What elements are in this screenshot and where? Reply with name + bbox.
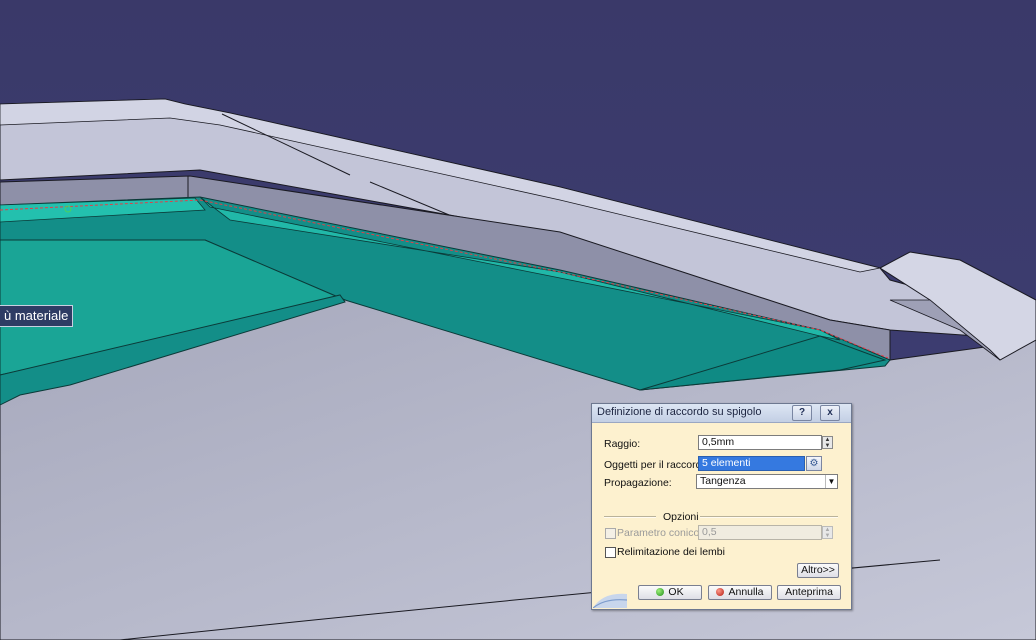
conic-parameter-checkbox[interactable] — [605, 528, 616, 539]
help-button[interactable]: ? — [792, 405, 812, 421]
edge-fillet-dialog[interactable]: Definizione di raccordo su spigolo ? x R… — [591, 403, 852, 610]
options-heading: Opzioni — [663, 511, 699, 523]
conic-parameter-label: Parametro conico: — [617, 527, 703, 539]
options-separator-right — [700, 516, 838, 518]
objects-label: Oggetti per il raccordo: — [604, 459, 711, 471]
chevron-down-icon[interactable]: ▼ — [825, 475, 837, 488]
close-button[interactable]: x — [820, 405, 840, 421]
propagation-select[interactable]: Tangenza — [696, 474, 838, 489]
dialog-title: Definizione di raccordo su spigolo — [597, 406, 762, 418]
conic-parameter-spinner[interactable]: ▲ ▼ — [822, 526, 833, 539]
trim-ribbons-label: Relimitazione dei lembi — [617, 546, 725, 558]
cancel-label: Annulla — [728, 586, 764, 598]
ok-button[interactable]: OK — [638, 585, 702, 600]
cancel-icon — [716, 588, 725, 596]
radius-spinner[interactable]: ▲ ▼ — [822, 436, 833, 449]
propagation-label: Propagazione: — [604, 477, 672, 489]
more-button[interactable]: Altro>> — [797, 563, 839, 578]
preview-button[interactable]: Anteprima — [777, 585, 841, 600]
dialog-titlebar[interactable]: Definizione di raccordo su spigolo ? x — [592, 404, 851, 423]
material-tooltip: ù materiale — [0, 305, 74, 327]
catia-logo-icon — [593, 593, 627, 608]
selection-list-icon[interactable]: ⚙ — [806, 456, 822, 471]
radius-input[interactable]: 0,5mm — [698, 435, 822, 450]
radius-label: Raggio: — [604, 438, 641, 450]
ok-icon — [656, 588, 665, 596]
objects-selection-field[interactable]: 5 elementi — [698, 456, 805, 471]
conic-parameter-input[interactable]: 0,5 — [698, 525, 822, 540]
trim-ribbons-checkbox[interactable] — [605, 547, 616, 558]
3d-viewport[interactable] — [0, 0, 1036, 640]
ok-label: OK — [668, 586, 684, 598]
options-separator-left — [604, 516, 656, 518]
cancel-button[interactable]: Annulla — [708, 585, 772, 600]
